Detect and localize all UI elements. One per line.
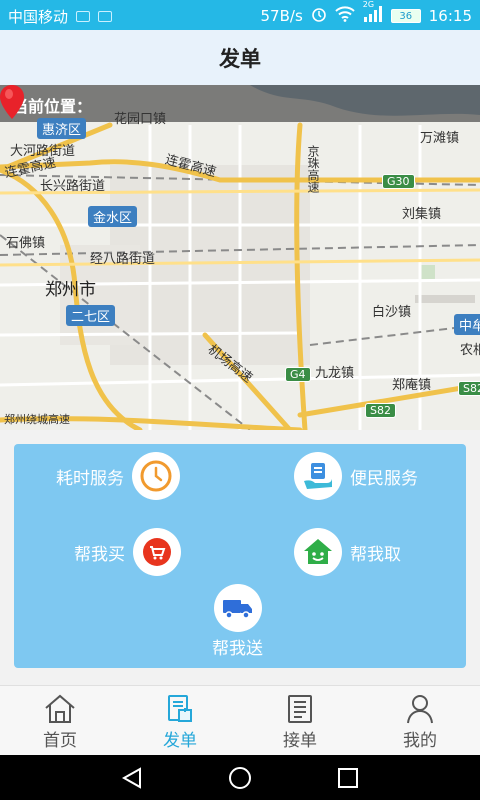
alarm-icon [311, 6, 327, 26]
send-service-button[interactable]: 帮我送 [212, 584, 263, 659]
accept-order-icon [288, 695, 312, 723]
consume-service-button[interactable]: 耗时服务 [56, 452, 180, 500]
map-label-huiji: 惠济区 [37, 118, 87, 139]
convenience-service-button[interactable]: 便民服务 [294, 452, 418, 500]
fetch-service-button[interactable]: 帮我取 [294, 528, 401, 576]
map-label-baisha: 白沙镇 [372, 305, 412, 320]
map-label-g4: G4 [285, 367, 311, 382]
battery-icon: 36 [390, 9, 421, 23]
map-label-jinshui: 金水区 [88, 206, 138, 227]
status-bar: 中国移动 57B/s 2G 36 16:15 [0, 0, 480, 30]
consume-service-label: 耗时服务 [56, 468, 124, 489]
tab-mine[interactable]: 我的 [380, 694, 460, 751]
current-location-bar: 当前位置： [0, 85, 480, 122]
map-label-s82: S82 [365, 403, 396, 418]
map-label-erqi: 二七区 [66, 305, 116, 326]
user-icon [407, 695, 433, 724]
back-icon[interactable] [120, 766, 144, 790]
network-type: 2G [362, 0, 375, 9]
map-label-jingzhu: 京珠高速 [306, 145, 320, 193]
network-speed: 57B/s [260, 7, 303, 25]
clock: 16:15 [428, 7, 472, 25]
tab-accept-label: 接单 [283, 731, 317, 751]
map-label-s82-east: S82 [458, 381, 480, 396]
home-circle-icon[interactable] [228, 766, 252, 790]
signal-icon: 2G [363, 0, 383, 26]
fetch-service-label: 帮我取 [350, 544, 401, 565]
services-panel: 耗时服务 便民服务 帮我买 帮我取 帮我送 [14, 444, 466, 668]
buy-service-button[interactable]: 帮我买 [74, 528, 181, 576]
home-icon [45, 694, 75, 723]
shopping-cart-icon [133, 528, 181, 576]
post-order-icon [168, 695, 192, 722]
convenience-icon [294, 452, 342, 500]
page-title: 发单 [219, 46, 261, 71]
map-label-nong: 农相 [460, 343, 480, 358]
bottom-nav: 首页 发单 接单 我的 [0, 685, 480, 755]
map-label-raocheng: 郑州绕城高速 [4, 413, 70, 426]
tab-home[interactable]: 首页 [20, 694, 100, 751]
wifi-icon [335, 6, 355, 26]
map-label-zhongmu: 中牟 [454, 314, 480, 335]
home-pickup-icon [294, 528, 342, 576]
recents-icon[interactable] [336, 766, 360, 790]
map-label-huayuankou: 花园口镇 [114, 112, 167, 127]
message-icon [98, 11, 113, 22]
map-view[interactable]: 当前位置： 惠济区 花园口镇 万滩镇 大河路街道 连霍高速 连霍高速 京珠高速 … [0, 85, 480, 430]
current-location-label: 当前位置： [12, 97, 93, 116]
system-nav-bar [0, 755, 480, 800]
tab-post-label: 发单 [163, 731, 197, 751]
buy-service-label: 帮我买 [74, 544, 125, 565]
tab-accept[interactable]: 接单 [260, 694, 340, 751]
tab-home-label: 首页 [43, 731, 77, 751]
map-label-liuji: 刘集镇 [402, 207, 442, 222]
map-label-wantan: 万滩镇 [420, 131, 460, 146]
delivery-truck-icon [213, 584, 262, 632]
map-label-jiulong: 九龙镇 [315, 366, 355, 381]
map-label-shifo: 石佛镇 [6, 236, 46, 251]
map-label-zhengan: 郑庵镇 [392, 378, 432, 393]
map-label-jingba: 经八路街道 [90, 252, 156, 267]
carrier-name: 中国移动 [8, 8, 69, 26]
send-service-label: 帮我送 [212, 639, 263, 659]
location-pin-icon [0, 85, 24, 119]
map-label-g30: G30 [382, 174, 415, 189]
map-label-zhengzhou: 郑州市 [45, 280, 96, 300]
map-label-changxing: 长兴路街道 [40, 179, 106, 194]
tab-mine-label: 我的 [403, 731, 437, 751]
page-header: 发单 [0, 30, 480, 85]
notification-icon [76, 11, 91, 22]
clock-service-icon [132, 452, 180, 500]
tab-post[interactable]: 发单 [140, 694, 220, 751]
convenience-service-label: 便民服务 [350, 468, 418, 489]
